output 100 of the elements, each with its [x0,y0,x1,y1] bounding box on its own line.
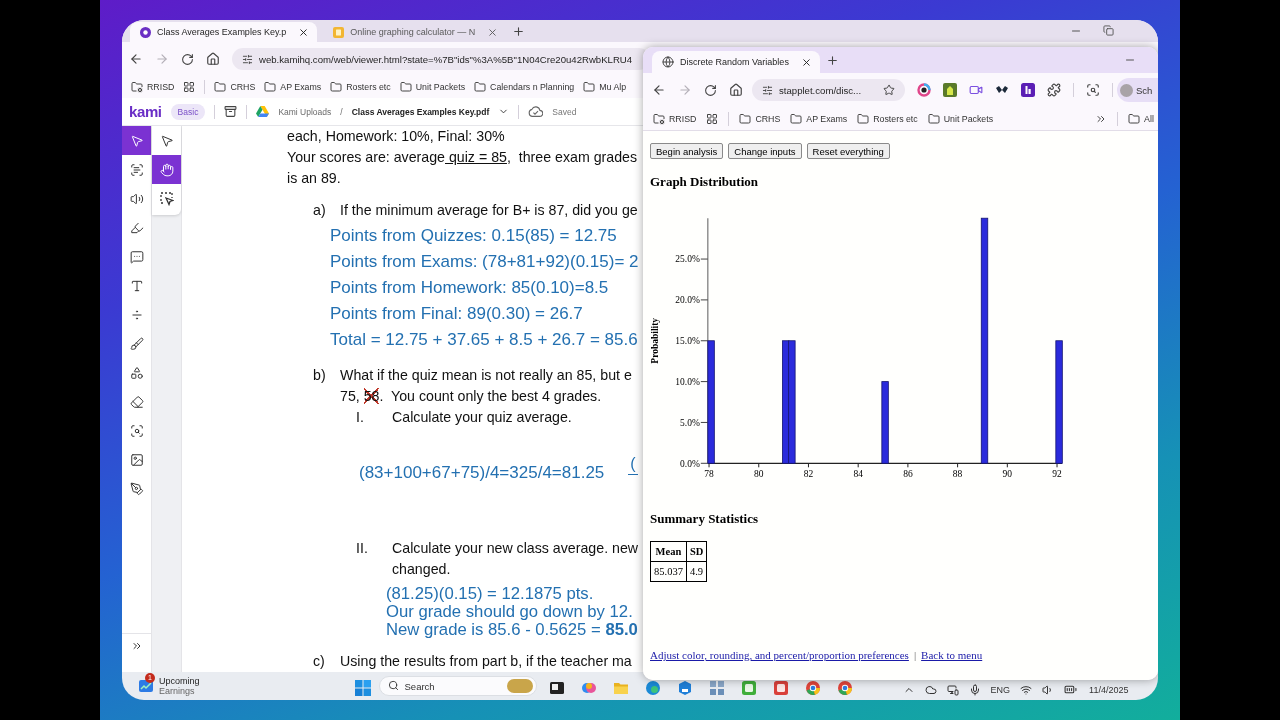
wifi-icon[interactable] [1020,683,1033,696]
new-tab-icon[interactable] [512,24,526,38]
ring-app-icon[interactable] [804,680,821,696]
camera-extension-icon[interactable] [969,83,983,97]
app-logo-icon [140,26,151,38]
document-text: is an 89. [287,169,341,188]
document-text: Calculate your quiz average. [392,408,572,427]
bookmark-folder[interactable]: Unit Packets [927,112,994,125]
language-indicator[interactable]: ENG [990,683,1011,696]
back-icon[interactable] [129,52,143,66]
swirl-app-icon[interactable] [580,680,597,696]
section-heading: Summary Statistics [650,510,758,528]
pen-icon [129,481,144,496]
grid-app-icon[interactable] [708,680,725,696]
folder-gear-icon [653,112,665,125]
answer-text: Points from Quizzes: 0.15(85) = 12.75 [330,225,617,247]
devices-icon[interactable] [946,683,959,696]
chevrons-right-icon [130,640,143,652]
page-link[interactable]: Adjust color, rounding, and percent/proportion preferences [650,648,909,662]
puzzle-icon[interactable] [1047,83,1061,97]
apps-grid-icon[interactable] [706,112,719,125]
document-text: Calculate your new class average. new [392,539,639,558]
site-settings-icon[interactable] [762,84,773,96]
folder-icon [583,81,596,93]
cloud-icon[interactable] [924,683,937,696]
scan-text-icon [129,162,144,177]
new-tab-icon[interactable] [825,53,839,67]
ring-extension-icon[interactable] [917,83,931,97]
home-icon[interactable] [729,83,743,97]
bookmark-folder[interactable]: AP Exams [264,81,322,93]
speaker-icon [129,191,144,206]
axis-tick-label: 78 [704,469,714,480]
bookmark-folder[interactable]: Rosters etc [857,112,918,125]
answer-text: Total = 12.75 + 37.65 + 8.5 + 26.7 = 85.6 [330,329,638,351]
reload-icon[interactable] [704,83,717,97]
breadcrumb-link[interactable]: Kami Uploads [278,106,332,117]
tile-app-icon[interactable] [676,680,693,696]
archive-icon[interactable] [224,105,238,118]
browser-tab[interactable]: Online graphing calculator — N [323,22,507,42]
bookmark-folder[interactable]: AP Exams [790,112,848,125]
action-button[interactable]: Change inputs [728,143,802,159]
axis-tick-label: 88 [952,469,963,480]
bookmark-folder[interactable]: RRISD [653,112,697,125]
clock-date[interactable]: 11/4/2025 [1089,683,1129,696]
ring-app-icon[interactable] [836,680,853,696]
tile-extension-icon[interactable] [1021,83,1035,97]
tile-extension-icon[interactable] [943,83,957,97]
square-app-icon[interactable] [740,680,757,696]
square-app-icon[interactable] [772,680,789,696]
tool-button[interactable] [152,155,181,184]
text-tool-icon [129,278,144,293]
folder-icon [264,81,277,93]
close-icon[interactable] [298,26,310,38]
divide-icon [129,307,144,322]
breadcrumb-separator: / [340,106,343,117]
back-icon[interactable] [652,83,666,97]
battery-icon[interactable] [1064,683,1078,696]
apps-grid-icon[interactable] [183,81,196,93]
window-app-icon[interactable] [548,680,565,696]
search-field[interactable]: Search [378,676,537,696]
globe-icon [662,56,674,68]
browser-tab[interactable]: Discrete Random Variables [652,51,820,73]
profile-button[interactable]: Sch [1117,78,1158,102]
bookmark-folder[interactable]: All [1128,112,1154,125]
app-logo: kami [129,103,162,120]
link-separator: | [913,648,917,662]
tool-button[interactable] [122,126,151,155]
restore-icon[interactable] [1103,25,1114,36]
tab-search-icon[interactable] [1086,83,1100,97]
windows-logo-icon[interactable] [354,680,371,696]
bookmark-folder[interactable]: Unit Packets [399,81,466,93]
section-heading: Graph Distribution [650,173,758,191]
bookmark-folder[interactable]: Mu Alp [583,81,627,93]
action-button[interactable]: Reset everything [806,143,890,159]
bookmark-folder[interactable]: Calendars n Planning [474,81,575,93]
action-button[interactable]: Begin analysis [650,143,724,159]
stock-chart-icon[interactable] [138,678,154,694]
axis-tick-label: 86 [903,469,913,480]
bookmark-folder[interactable]: RRISD [131,81,175,93]
home-icon[interactable] [206,52,220,66]
bookmark-folder[interactable]: CRHS [214,81,256,93]
bookmark-folder[interactable]: CRHS [739,112,781,125]
close-icon[interactable] [800,56,812,68]
axis-title: Probability [650,317,660,364]
document-text: Using the results from part b, if the teacher ma [340,652,632,671]
address-bar[interactable]: stapplet.com/disc... [752,79,905,101]
bookmark-folder[interactable]: Rosters etc [330,81,391,93]
site-settings-icon[interactable] [242,53,253,65]
bookmark-star-icon[interactable] [883,84,895,96]
reload-icon[interactable] [181,52,194,66]
app-logo-icon [333,26,345,38]
document-text: Your scores are: average quiz = 85, three exam grades [287,148,638,167]
microphone-icon[interactable] [968,683,981,696]
circle-app-icon[interactable] [644,680,661,696]
browser-tab[interactable]: Class Averages Examples Key.p [130,22,318,42]
answer-text: ( [628,455,638,475]
folder-icon [857,112,870,125]
page-link[interactable]: Back to menu [921,648,983,662]
folder-icon [927,112,940,125]
shapes-icon [129,365,144,380]
